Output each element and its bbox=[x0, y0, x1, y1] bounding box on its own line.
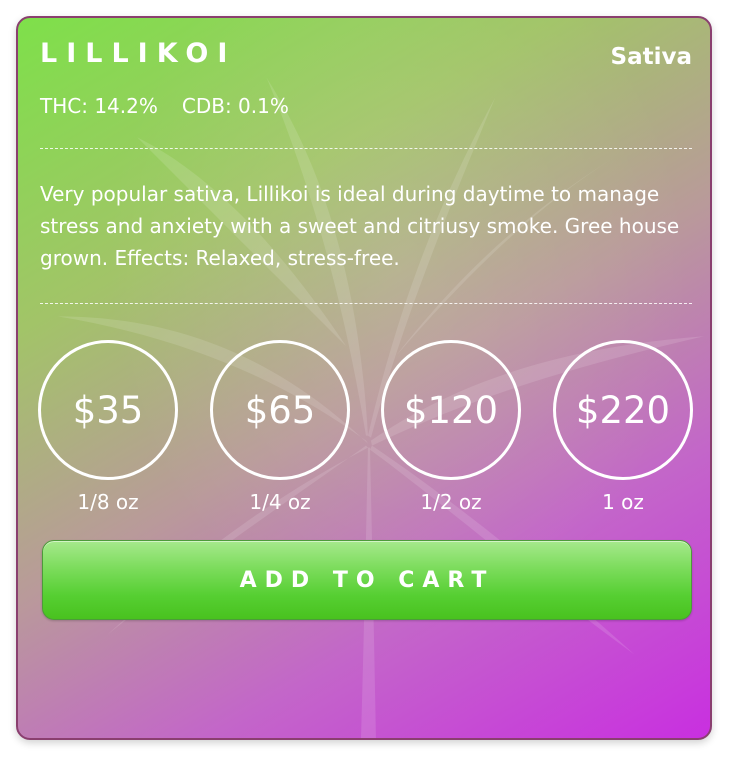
price-circle[interactable]: $35 bbox=[38, 340, 178, 480]
price-circle[interactable]: $120 bbox=[381, 340, 521, 480]
divider-bottom bbox=[40, 303, 692, 304]
thc-value: THC: 14.2% bbox=[40, 94, 158, 118]
strain-type-label: Sativa bbox=[610, 44, 692, 70]
price-options: $35 1/8 oz $65 1/4 oz $120 1/2 oz $220 1… bbox=[38, 340, 698, 520]
product-card: LILLIKOI Sativa THC: 14.2% CDB: 0.1% Ver… bbox=[16, 16, 712, 740]
price-weight-label: 1/2 oz bbox=[420, 490, 482, 514]
price-option-eighth[interactable]: $35 1/8 oz bbox=[38, 340, 178, 514]
cannabinoid-stats: THC: 14.2% CDB: 0.1% bbox=[40, 94, 289, 118]
price-option-half[interactable]: $120 1/2 oz bbox=[381, 340, 521, 514]
price-circle[interactable]: $220 bbox=[553, 340, 693, 480]
cbd-value: CDB: 0.1% bbox=[181, 94, 289, 118]
price-weight-label: 1 oz bbox=[602, 490, 644, 514]
price-option-ounce[interactable]: $220 1 oz bbox=[553, 340, 693, 514]
price-weight-label: 1/8 oz bbox=[77, 490, 139, 514]
product-name: LILLIKOI bbox=[40, 38, 237, 69]
product-description: Very popular sativa, Lillikoi is ideal d… bbox=[40, 182, 680, 270]
price-weight-label: 1/4 oz bbox=[249, 490, 311, 514]
price-option-quarter[interactable]: $65 1/4 oz bbox=[210, 340, 350, 514]
add-to-cart-button[interactable]: ADD TO CART bbox=[42, 540, 692, 620]
price-circle[interactable]: $65 bbox=[210, 340, 350, 480]
divider-top bbox=[40, 148, 692, 149]
